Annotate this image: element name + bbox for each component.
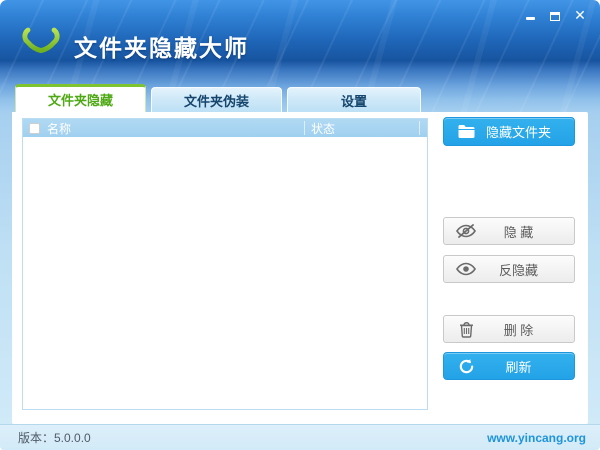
hide-button[interactable]: 隐 藏 [443, 217, 575, 245]
website-link[interactable]: www.yincang.org [487, 431, 586, 445]
column-header-status: 状态 [311, 121, 336, 136]
close-button[interactable]: ✕ [572, 6, 588, 24]
tab-label: 设置 [340, 93, 367, 109]
window-controls: ✕ [522, 6, 588, 24]
refresh-label: 刷新 [505, 359, 532, 375]
folder-icon [455, 121, 477, 143]
titlebar: 文件夹隐藏大师 ✕ [0, 0, 600, 62]
refresh-icon [455, 355, 477, 377]
eye-slash-icon [455, 220, 477, 242]
delete-button[interactable]: 删 除 [443, 315, 575, 343]
refresh-button[interactable]: 刷新 [443, 352, 575, 380]
list-body[interactable] [23, 137, 427, 409]
tab-bar: 文件夹隐藏 文件夹伪装 设置 [15, 84, 435, 112]
hide-label: 隐 藏 [503, 224, 534, 240]
unhide-button[interactable]: 反隐藏 [443, 255, 575, 283]
hide-folder-label: 隐藏文件夹 [485, 125, 551, 140]
column-header-name: 名称 [47, 121, 72, 136]
column-separator [419, 121, 420, 135]
minimize-button[interactable] [522, 6, 538, 24]
list-header: 名称 状态 [23, 119, 427, 137]
unhide-label: 反隐藏 [498, 262, 538, 278]
select-all-checkbox[interactable] [29, 122, 40, 134]
tab-folder-disguise[interactable]: 文件夹伪装 [151, 87, 282, 112]
app-window: 文件夹隐藏大师 ✕ 文件夹隐藏 文件夹伪装 设置 名称 状态 隐藏文件夹 隐 藏… [0, 0, 600, 450]
app-title: 文件夹隐藏大师 [74, 35, 249, 61]
version-text: 版本：5.0.0.0 [18, 431, 91, 445]
maximize-icon [550, 11, 560, 21]
tab-folder-hide[interactable]: 文件夹隐藏 [15, 84, 146, 112]
hide-folder-button[interactable]: 隐藏文件夹 [443, 117, 575, 146]
folder-list: 名称 状态 [22, 118, 428, 410]
tab-label: 文件夹隐藏 [47, 93, 113, 108]
app-logo-icon [22, 27, 60, 62]
maximize-button[interactable] [547, 6, 563, 24]
tab-label: 文件夹伪装 [183, 93, 249, 109]
tab-settings[interactable]: 设置 [287, 87, 421, 112]
eye-icon [455, 258, 477, 280]
minimize-icon [525, 17, 535, 20]
column-separator [304, 121, 305, 135]
status-bar: 版本：5.0.0.0 www.yincang.org [0, 424, 600, 450]
delete-label: 删 除 [503, 322, 534, 338]
close-icon: ✕ [574, 7, 586, 23]
trash-icon [455, 318, 477, 340]
